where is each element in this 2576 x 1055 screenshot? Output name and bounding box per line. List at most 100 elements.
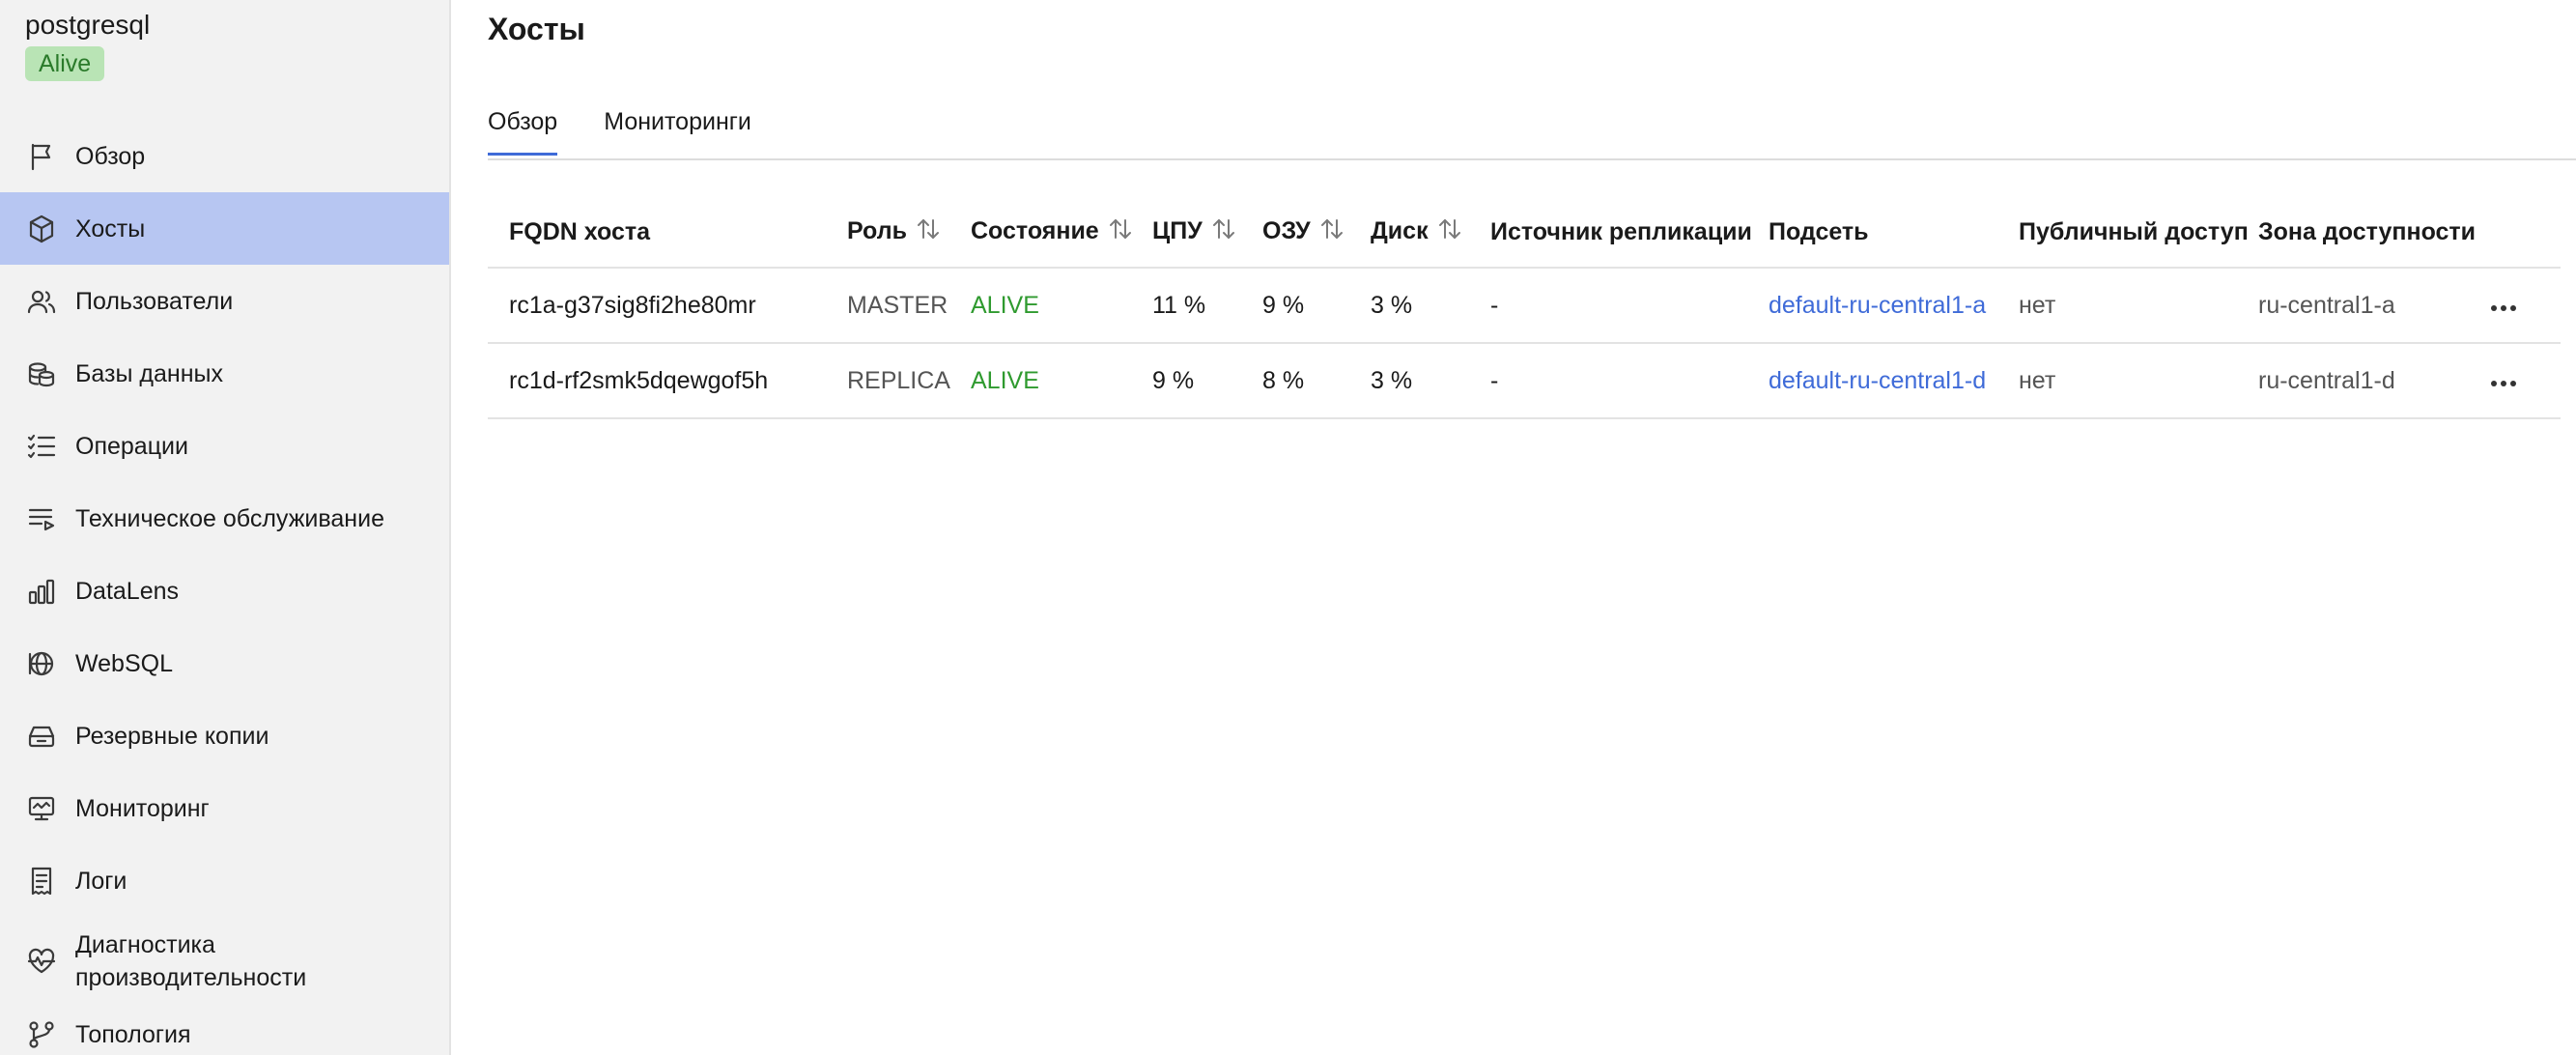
sort-icon[interactable] bbox=[1210, 216, 1237, 248]
cell-public-access: нет bbox=[1997, 268, 2237, 344]
cell-actions bbox=[2468, 343, 2561, 419]
sidebar-item-maintenance[interactable]: Техническое обслуживание bbox=[0, 482, 449, 555]
cell-role: REPLICA bbox=[826, 343, 950, 419]
cluster-status-badge: Alive bbox=[25, 46, 105, 81]
cell-replication-source: - bbox=[1469, 268, 1747, 344]
databases-icon bbox=[25, 357, 58, 390]
sidebar-item-label: Техническое обслуживание bbox=[75, 504, 384, 532]
cell-fqdn: rc1a-g37sig8fi2he80mr bbox=[488, 268, 826, 344]
sidebar-item-label: Мониторинг bbox=[75, 794, 210, 822]
users-icon bbox=[25, 285, 58, 318]
sidebar-item-label: Операции bbox=[75, 432, 188, 460]
sidebar-item-datalens[interactable]: DataLens bbox=[0, 555, 449, 627]
column-header-state[interactable]: Состояние bbox=[949, 197, 1134, 269]
globe-icon bbox=[25, 647, 58, 680]
sidebar-item-label: Топология bbox=[75, 1021, 191, 1048]
list-check-icon bbox=[25, 430, 58, 463]
cube-icon bbox=[25, 213, 58, 245]
column-label: Зона доступности bbox=[2258, 217, 2477, 245]
main-content: Хосты Обзор Мониторинги FQDN хоста Роль … bbox=[453, 0, 2576, 1055]
sort-icon[interactable] bbox=[1436, 216, 1463, 248]
sidebar-item-performance-diagnostics[interactable]: Диагностика производительности bbox=[0, 917, 449, 1006]
more-actions-icon[interactable] bbox=[2489, 292, 2518, 320]
flag-icon bbox=[25, 140, 58, 173]
cell-fqdn: rc1d-rf2smk5dqewgof5h bbox=[488, 343, 826, 419]
tabs-divider bbox=[488, 158, 2576, 160]
tab-monitorings[interactable]: Мониторинги bbox=[604, 108, 751, 154]
topology-icon bbox=[25, 1018, 58, 1051]
column-header-role[interactable]: Роль bbox=[826, 197, 949, 269]
column-header-cpu[interactable]: ЦПУ bbox=[1131, 197, 1241, 269]
sidebar-item-databases[interactable]: Базы данных bbox=[0, 337, 449, 410]
list-play-icon bbox=[25, 502, 58, 535]
cell-role: MASTER bbox=[826, 268, 949, 344]
sidebar-item-users[interactable]: Пользователи bbox=[0, 265, 449, 337]
chart-bars-icon bbox=[25, 575, 58, 608]
sidebar-item-label: Логи bbox=[75, 867, 127, 895]
cell-ram: 8 % bbox=[1241, 343, 1349, 419]
column-header-disk[interactable]: Диск bbox=[1349, 197, 1469, 269]
cell-public-access: нет bbox=[1997, 343, 2237, 419]
column-label: Источник репликации bbox=[1490, 217, 1752, 245]
monitor-icon bbox=[25, 792, 58, 825]
cell-cpu: 11 % bbox=[1131, 268, 1241, 344]
cell-cpu: 9 % bbox=[1131, 343, 1241, 419]
column-header-zone: Зона доступности bbox=[2237, 197, 2476, 269]
sidebar-item-operations[interactable]: Операции bbox=[0, 410, 449, 482]
cell-subnet-link[interactable]: default-ru-central1-d bbox=[1747, 343, 1997, 419]
sidebar-item-label: Обзор bbox=[75, 142, 146, 170]
sidebar: postgresql Alive Обзор Хосты Пользовател… bbox=[0, 0, 451, 1055]
hosts-table: FQDN хоста Роль Состояние ЦПУ ОЗУ Диск И… bbox=[488, 197, 2561, 419]
cell-state: ALIVE bbox=[949, 268, 1131, 344]
table-row[interactable]: rc1a-g37sig8fi2he80mr MASTER ALIVE 11 % … bbox=[488, 268, 2561, 344]
cell-state: ALIVE bbox=[949, 343, 1131, 419]
page-title: Хосты bbox=[488, 12, 585, 46]
sidebar-item-label: Хосты bbox=[75, 214, 146, 242]
column-label: Состояние bbox=[971, 216, 1099, 244]
archive-icon bbox=[25, 720, 58, 753]
cell-zone: ru-central1-a bbox=[2237, 268, 2468, 344]
sidebar-item-overview[interactable]: Обзор bbox=[0, 120, 449, 192]
column-label: Подсеть bbox=[1769, 217, 1869, 245]
sidebar-nav: Обзор Хосты Пользователи Базы данных Опе… bbox=[0, 120, 449, 1055]
column-label: Публичный доступ bbox=[2019, 217, 2249, 245]
column-header-fqdn: FQDN хоста bbox=[488, 197, 826, 269]
column-label: ЦПУ bbox=[1152, 216, 1203, 244]
sort-icon[interactable] bbox=[1318, 216, 1345, 248]
sidebar-item-label: DataLens bbox=[75, 577, 180, 605]
sidebar-item-logs[interactable]: Логи bbox=[0, 844, 449, 917]
sidebar-item-label: Пользователи bbox=[75, 287, 234, 315]
sidebar-item-backups[interactable]: Резервные копии bbox=[0, 699, 449, 772]
receipt-icon bbox=[25, 865, 58, 898]
cell-subnet-link[interactable]: default-ru-central1-a bbox=[1747, 268, 1997, 344]
tabs: Обзор Мониторинги bbox=[488, 108, 798, 156]
tab-overview[interactable]: Обзор bbox=[488, 108, 558, 156]
cell-actions bbox=[2468, 268, 2561, 344]
sidebar-item-monitoring[interactable]: Мониторинг bbox=[0, 772, 449, 844]
column-header-subnet: Подсеть bbox=[1747, 197, 1997, 269]
more-actions-icon[interactable] bbox=[2489, 367, 2518, 395]
column-header-actions bbox=[2468, 197, 2561, 269]
column-header-public-access: Публичный доступ bbox=[1997, 197, 2249, 269]
cell-disk: 3 % bbox=[1349, 268, 1469, 344]
cell-disk: 3 % bbox=[1349, 343, 1469, 419]
heart-pulse-icon bbox=[25, 945, 58, 978]
sidebar-item-hosts[interactable]: Хосты bbox=[0, 192, 449, 265]
sidebar-item-websql[interactable]: WebSQL bbox=[0, 627, 449, 699]
cluster-name: postgresql bbox=[25, 10, 151, 40]
sidebar-item-label: Базы данных bbox=[75, 359, 223, 387]
cell-zone: ru-central1-d bbox=[2237, 343, 2468, 419]
sort-icon[interactable] bbox=[1107, 216, 1134, 248]
sidebar-item-label: WebSQL bbox=[75, 649, 173, 677]
table-header-row: FQDN хоста Роль Состояние ЦПУ ОЗУ Диск И… bbox=[488, 197, 2561, 269]
sidebar-item-label: Диагностика производительности bbox=[75, 931, 307, 991]
table-row[interactable]: rc1d-rf2smk5dqewgof5h REPLICA ALIVE 9 % … bbox=[488, 343, 2561, 419]
column-label: ОЗУ bbox=[1262, 216, 1311, 244]
sidebar-item-topology[interactable]: Топология bbox=[0, 1006, 449, 1055]
column-header-ram[interactable]: ОЗУ bbox=[1241, 197, 1349, 269]
column-label: Диск bbox=[1371, 216, 1429, 244]
column-header-replication-source: Источник репликации bbox=[1469, 197, 1752, 269]
sort-icon[interactable] bbox=[915, 216, 942, 248]
column-label: FQDN хоста bbox=[509, 217, 651, 245]
cell-replication-source: - bbox=[1469, 343, 1747, 419]
